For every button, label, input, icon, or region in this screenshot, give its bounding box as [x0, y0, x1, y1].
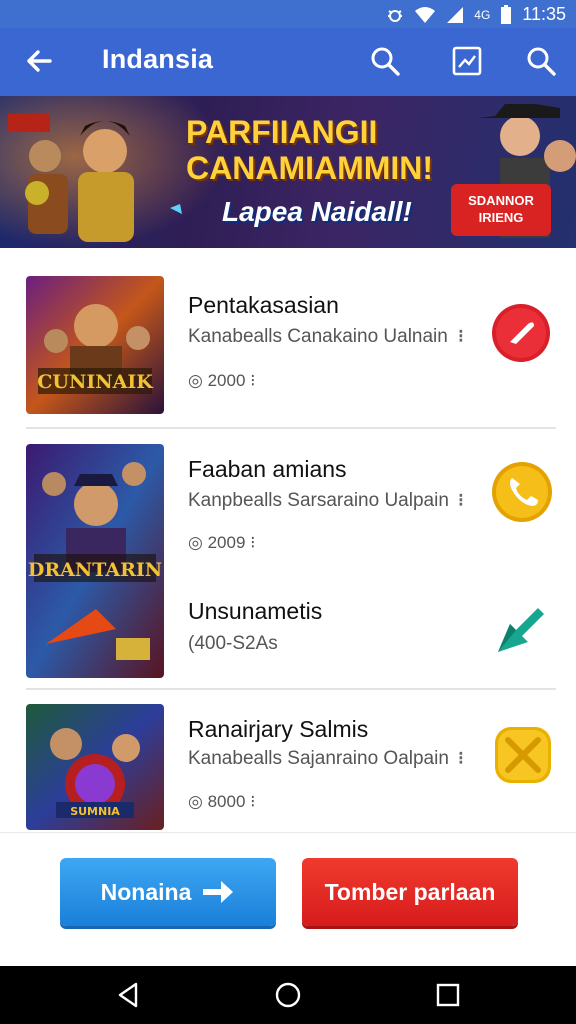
status-time: 11:35: [522, 4, 566, 24]
meta-dots-icon: ⁝: [250, 533, 256, 552]
item-meta-value: 2009: [207, 533, 246, 552]
coin-icon: ◎: [188, 371, 203, 390]
secondary-button[interactable]: Tomber parlaan: [302, 858, 518, 926]
meta-dots-icon: ⁝: [250, 371, 256, 390]
primary-button[interactable]: Nonaina: [60, 858, 276, 926]
item-subtitle: Kanabealls Sajanraino Oalpain: [188, 748, 449, 769]
trending-chart-icon[interactable]: [450, 44, 484, 78]
banner-title-line2: CANAMIAMMIN!: [186, 150, 434, 186]
arrow-icon[interactable]: [492, 600, 550, 658]
promo-banner[interactable]: PARFIIANGII CANAMIAMMIN! Lapea Naidall! …: [0, 96, 576, 248]
bug-icon: [388, 9, 403, 22]
list-divider: [26, 688, 556, 690]
signal-icon: [447, 6, 464, 23]
banner-subtitle: Lapea Naidall!: [222, 196, 412, 227]
coin-icon: ◎: [188, 533, 203, 552]
item-title: Ranairjary Salmis: [188, 716, 369, 742]
coin-icon: ◎: [188, 792, 203, 811]
item-subtitle: Kanabealls Canakaino Ualnain: [188, 326, 448, 347]
game-thumbnail[interactable]: DRANTARIN: [26, 444, 164, 678]
item-title: Unsunametis: [188, 598, 323, 624]
search-icon[interactable]: [368, 44, 402, 78]
secondary-button-label: Tomber parlaan: [324, 878, 496, 905]
battery-icon: [501, 4, 512, 24]
banner-title: PARFIIANGII CANAMIAMMIN!: [186, 114, 486, 186]
nav-home-icon[interactable]: [273, 980, 303, 1010]
banner-cta-line1: SDANNOR: [468, 193, 534, 208]
item-title: Faaban amians: [188, 456, 347, 482]
more-options-icon[interactable]: ⁝: [458, 490, 464, 511]
close-x-icon[interactable]: [492, 724, 554, 786]
game-thumbnail[interactable]: CUNINAIK: [26, 276, 164, 414]
more-options-icon[interactable]: ⁝: [458, 326, 464, 347]
search-icon-secondary[interactable]: [524, 44, 558, 78]
wifi-icon: [415, 6, 436, 23]
phone-icon[interactable]: [490, 460, 554, 524]
arrow-right-icon: [203, 881, 234, 903]
item-meta-value: 8000: [207, 792, 246, 811]
banner-cta-line2: IRIENG: [478, 210, 524, 225]
banner-cta-button[interactable]: SDANNOR IRIENG: [451, 184, 551, 236]
status-bar: 4G 11:35: [0, 0, 576, 28]
meta-dots-icon: ⁝: [250, 792, 256, 811]
nav-recents-icon[interactable]: [433, 980, 463, 1010]
status-icons: 4G 11:35: [386, 4, 566, 25]
item-meta-value: 2000: [207, 371, 246, 390]
item-meta: ◎ 2000 ⁝: [188, 371, 256, 391]
list-divider: [26, 427, 556, 429]
item-meta: ◎ 2009 ⁝: [188, 533, 256, 553]
item-subtitle: (400-S2As: [188, 633, 278, 654]
red-action-icon[interactable]: [490, 302, 552, 364]
app-title: Indansia: [102, 44, 214, 74]
item-meta: ◎ 8000 ⁝: [188, 792, 256, 812]
primary-button-label: Nonaina: [100, 878, 192, 905]
banner-title-line1: PARFIIANGII: [186, 114, 378, 150]
item-subtitle: Kanpbealls Sarsaraino Ualpain: [188, 490, 449, 511]
system-nav-bar: [0, 966, 576, 1024]
thumbnail-label: CUNINAIK: [37, 371, 154, 393]
item-title: Pentakasasian: [188, 292, 339, 318]
nav-back-icon[interactable]: [114, 980, 144, 1010]
thumbnail-label: SUMNIA: [70, 805, 120, 818]
game-thumbnail[interactable]: SUMNIA: [26, 704, 164, 830]
app-bar: Indansia: [0, 28, 576, 96]
more-options-icon[interactable]: ⁝: [458, 748, 464, 769]
network-type: 4G: [474, 7, 491, 22]
thumbnail-label: DRANTARIN: [28, 559, 162, 581]
back-arrow-icon[interactable]: [22, 44, 56, 78]
